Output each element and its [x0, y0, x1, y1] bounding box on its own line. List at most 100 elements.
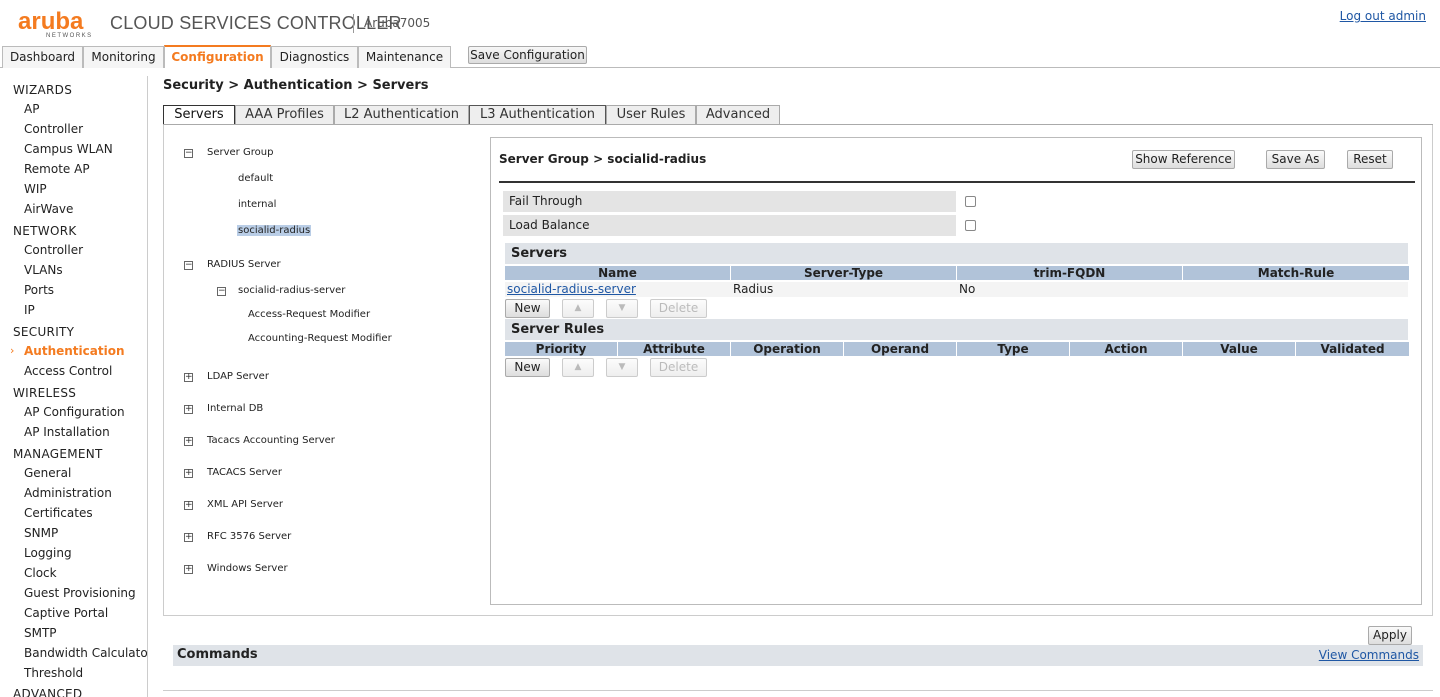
sidebar-item-general[interactable]: General [24, 466, 71, 480]
tree-node-server-group[interactable]: Server Group [207, 147, 273, 158]
sidebar-item-wip[interactable]: WIP [24, 182, 47, 196]
sidebar-item-wizard-controller[interactable]: Controller [24, 122, 83, 136]
sidebar-item-authentication[interactable]: Authentication [24, 344, 125, 358]
tab-servers[interactable]: Servers [163, 105, 235, 125]
tree-node-tacacs-server[interactable]: TACACS Server [207, 467, 282, 478]
tab-dashboard[interactable]: Dashboard [2, 46, 83, 68]
tab-l3-authentication[interactable]: L3 Authentication [469, 105, 606, 125]
collapse-icon[interactable]: − [184, 149, 193, 158]
sidebar-item-bandwidth-calculator[interactable]: Bandwidth Calculator [24, 646, 147, 660]
tab-advanced[interactable]: Advanced [696, 105, 780, 125]
expand-icon[interactable]: + [184, 533, 193, 542]
reset-button[interactable]: Reset [1347, 150, 1393, 169]
col-server-type: Server-Type [731, 266, 957, 280]
tab-maintenance[interactable]: Maintenance [358, 46, 451, 68]
sidebar-item-remote-ap[interactable]: Remote AP [24, 162, 90, 176]
app-root: aruba NETWORKS CLOUD SERVICES CONTROLLER… [0, 0, 1440, 697]
server-name-link[interactable]: socialid-radius-server [507, 282, 636, 297]
sidebar-section-security: SECURITY [13, 325, 75, 339]
tab-aaa-profiles[interactable]: AAA Profiles [235, 105, 334, 125]
sidebar-item-airwave[interactable]: AirWave [24, 202, 73, 216]
col-name: Name [505, 266, 731, 280]
tree-node-default[interactable]: default [238, 173, 273, 184]
rules-new-button[interactable]: New [505, 358, 550, 377]
expand-icon[interactable]: + [184, 565, 193, 574]
tree-node-windows-server[interactable]: Windows Server [207, 563, 288, 574]
sidebar-item-ports[interactable]: Ports [24, 283, 54, 297]
apply-button[interactable]: Apply [1368, 626, 1412, 645]
sidebar-item-threshold[interactable]: Threshold [24, 666, 83, 680]
expand-icon[interactable]: + [184, 373, 193, 382]
col-validated: Validated [1296, 342, 1409, 356]
expand-icon[interactable]: + [184, 469, 193, 478]
sidebar-item-vlans[interactable]: VLANs [24, 263, 63, 277]
sidebar-item-wizard-ap[interactable]: AP [24, 102, 39, 116]
tab-configuration[interactable]: Configuration [164, 45, 271, 68]
fail-through-label: Fail Through [503, 191, 956, 212]
commands-separator [163, 615, 1433, 616]
tree-node-radius-server[interactable]: RADIUS Server [207, 259, 281, 270]
sidebar-item-campus-wlan[interactable]: Campus WLAN [24, 142, 113, 156]
tree-node-ldap-server[interactable]: LDAP Server [207, 371, 269, 382]
tab-monitoring[interactable]: Monitoring [83, 46, 164, 68]
show-reference-button[interactable]: Show Reference [1132, 150, 1235, 169]
app-title: CLOUD SERVICES CONTROLLER [110, 13, 402, 33]
tab-user-rules[interactable]: User Rules [606, 105, 696, 125]
logout-link[interactable]: Log out admin [1340, 9, 1426, 23]
tree-node-internal-db[interactable]: Internal DB [207, 403, 263, 414]
tree-node-xml-api-server[interactable]: XML API Server [207, 499, 283, 510]
tree-node-rfc-3576-server[interactable]: RFC 3576 Server [207, 531, 291, 542]
servers-delete-button[interactable]: Delete [650, 299, 707, 318]
sidebar-item-ip[interactable]: IP [24, 303, 35, 317]
panel-title: Server Group > socialid-radius [499, 152, 707, 166]
sidebar-item-logging[interactable]: Logging [24, 546, 72, 560]
sidebar-item-administration[interactable]: Administration [24, 486, 112, 500]
rule-up-icon[interactable]: ▲ [562, 358, 594, 377]
move-down-icon[interactable]: ▼ [606, 299, 638, 318]
save-as-button[interactable]: Save As [1266, 150, 1325, 169]
tab-l2-authentication[interactable]: L2 Authentication [334, 105, 469, 125]
tree-node-tacacs-accounting-server[interactable]: Tacacs Accounting Server [207, 435, 335, 446]
panel-divider [499, 181, 1415, 183]
chevron-right-icon: › [10, 344, 15, 357]
fail-through-checkbox[interactable] [965, 196, 976, 207]
sidebar-item-smtp[interactable]: SMTP [24, 626, 57, 640]
expand-icon[interactable]: + [184, 437, 193, 446]
commands-bottom-border [163, 690, 1433, 691]
sidebar-item-certificates[interactable]: Certificates [24, 506, 93, 520]
sidebar-item-snmp[interactable]: SNMP [24, 526, 58, 540]
tree-node-socialid-radius[interactable]: socialid-radius [237, 225, 312, 236]
tab-diagnostics[interactable]: Diagnostics [271, 46, 358, 68]
sidebar-item-access-control[interactable]: Access Control [24, 364, 112, 378]
servers-new-button[interactable]: New [505, 299, 550, 318]
move-up-icon[interactable]: ▲ [562, 299, 594, 318]
sidebar-item-guest-provisioning[interactable]: Guest Provisioning [24, 586, 136, 600]
commands-title: Commands [177, 647, 258, 662]
rules-delete-button[interactable]: Delete [650, 358, 707, 377]
collapse-icon[interactable]: − [217, 287, 226, 296]
tree-node-accounting-request-modifier[interactable]: Accounting-Request Modifier [248, 333, 392, 344]
tree-node-internal[interactable]: internal [238, 199, 276, 210]
col-operand: Operand [844, 342, 957, 356]
sidebar-item-ap-installation[interactable]: AP Installation [24, 425, 110, 439]
server-group-panel: Server Group > socialid-radius Show Refe… [490, 137, 1422, 605]
view-commands-link[interactable]: View Commands [1319, 648, 1419, 662]
collapse-icon[interactable]: − [184, 261, 193, 270]
load-balance-checkbox[interactable] [965, 220, 976, 231]
sidebar-item-captive-portal[interactable]: Captive Portal [24, 606, 108, 620]
rule-down-icon[interactable]: ▼ [606, 358, 638, 377]
sidebar-item-network-controller[interactable]: Controller [24, 243, 83, 257]
sidebar-section-management: MANAGEMENT [13, 447, 103, 461]
col-value: Value [1183, 342, 1296, 356]
sidebar-item-ap-configuration[interactable]: AP Configuration [24, 405, 125, 419]
expand-icon[interactable]: + [184, 405, 193, 414]
tree-node-access-request-modifier[interactable]: Access-Request Modifier [248, 309, 370, 320]
col-action: Action [1070, 342, 1183, 356]
tree-node-socialid-radius-server[interactable]: socialid-radius-server [238, 285, 345, 296]
sidebar-section-advanced-services: ADVANCED SERVICES [13, 687, 83, 697]
commands-bar: Commands View Commands [173, 645, 1423, 666]
expand-icon[interactable]: + [184, 501, 193, 510]
sidebar-item-clock[interactable]: Clock [24, 566, 57, 580]
save-configuration-button[interactable]: Save Configuration [468, 46, 587, 64]
logo-subtext: NETWORKS [46, 33, 93, 39]
